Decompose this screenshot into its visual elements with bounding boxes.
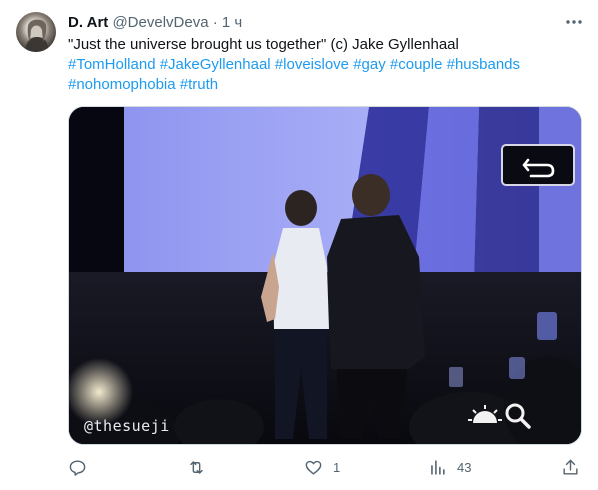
heart-icon [305, 460, 322, 475]
author-name[interactable]: D. Art [68, 14, 108, 31]
avatar[interactable] [16, 12, 56, 52]
hashtag[interactable]: #loveislove [275, 56, 349, 73]
back-arrow-icon [501, 144, 575, 186]
share-icon [563, 459, 578, 475]
media-watermark: @thesueji [84, 417, 170, 435]
retweet-button[interactable] [187, 456, 216, 478]
separator-dot: · [212, 14, 218, 31]
tweet[interactable]: D. Art @DevelvDeva · 1 ч "Just the unive… [0, 0, 598, 490]
hashtag[interactable]: #JakeGyllenhaal [160, 56, 271, 73]
hashtag[interactable]: #TomHolland [68, 56, 156, 73]
hashtag[interactable]: #husbands [447, 56, 520, 73]
tweet-header: D. Art @DevelvDeva · 1 ч [68, 13, 242, 33]
hashtags-line-2: #nohomophobia #truth [68, 75, 578, 95]
views-button[interactable]: 43 [428, 456, 471, 478]
tweet-media[interactable]: @thesueji [68, 106, 582, 445]
hashtag[interactable]: #gay [353, 56, 386, 73]
views-chart-icon [431, 459, 445, 475]
author-handle[interactable]: @DevelvDeva [112, 14, 208, 31]
views-count: 43 [457, 459, 472, 475]
share-button[interactable] [561, 456, 580, 478]
avatar-image [25, 19, 49, 52]
reply-button[interactable] [68, 456, 97, 478]
tweet-quote: "Just the universe brought us together" … [68, 36, 459, 53]
hashtags-line-1: #TomHolland #JakeGyllenhaal #loveislove … [68, 55, 578, 75]
retweet-icon [190, 460, 203, 474]
tweet-text: "Just the universe brought us together" … [68, 35, 578, 95]
concert-photo [69, 107, 581, 444]
like-count: 1 [333, 459, 341, 475]
like-button[interactable]: 1 [304, 456, 340, 478]
more-options-icon[interactable] [564, 12, 584, 32]
tweet-time[interactable]: 1 ч [222, 14, 242, 31]
hashtag[interactable]: #nohomophobia [68, 76, 176, 93]
hashtag[interactable]: #truth [180, 76, 218, 93]
reply-icon [69, 459, 86, 476]
hashtag[interactable]: #couple [390, 56, 443, 73]
